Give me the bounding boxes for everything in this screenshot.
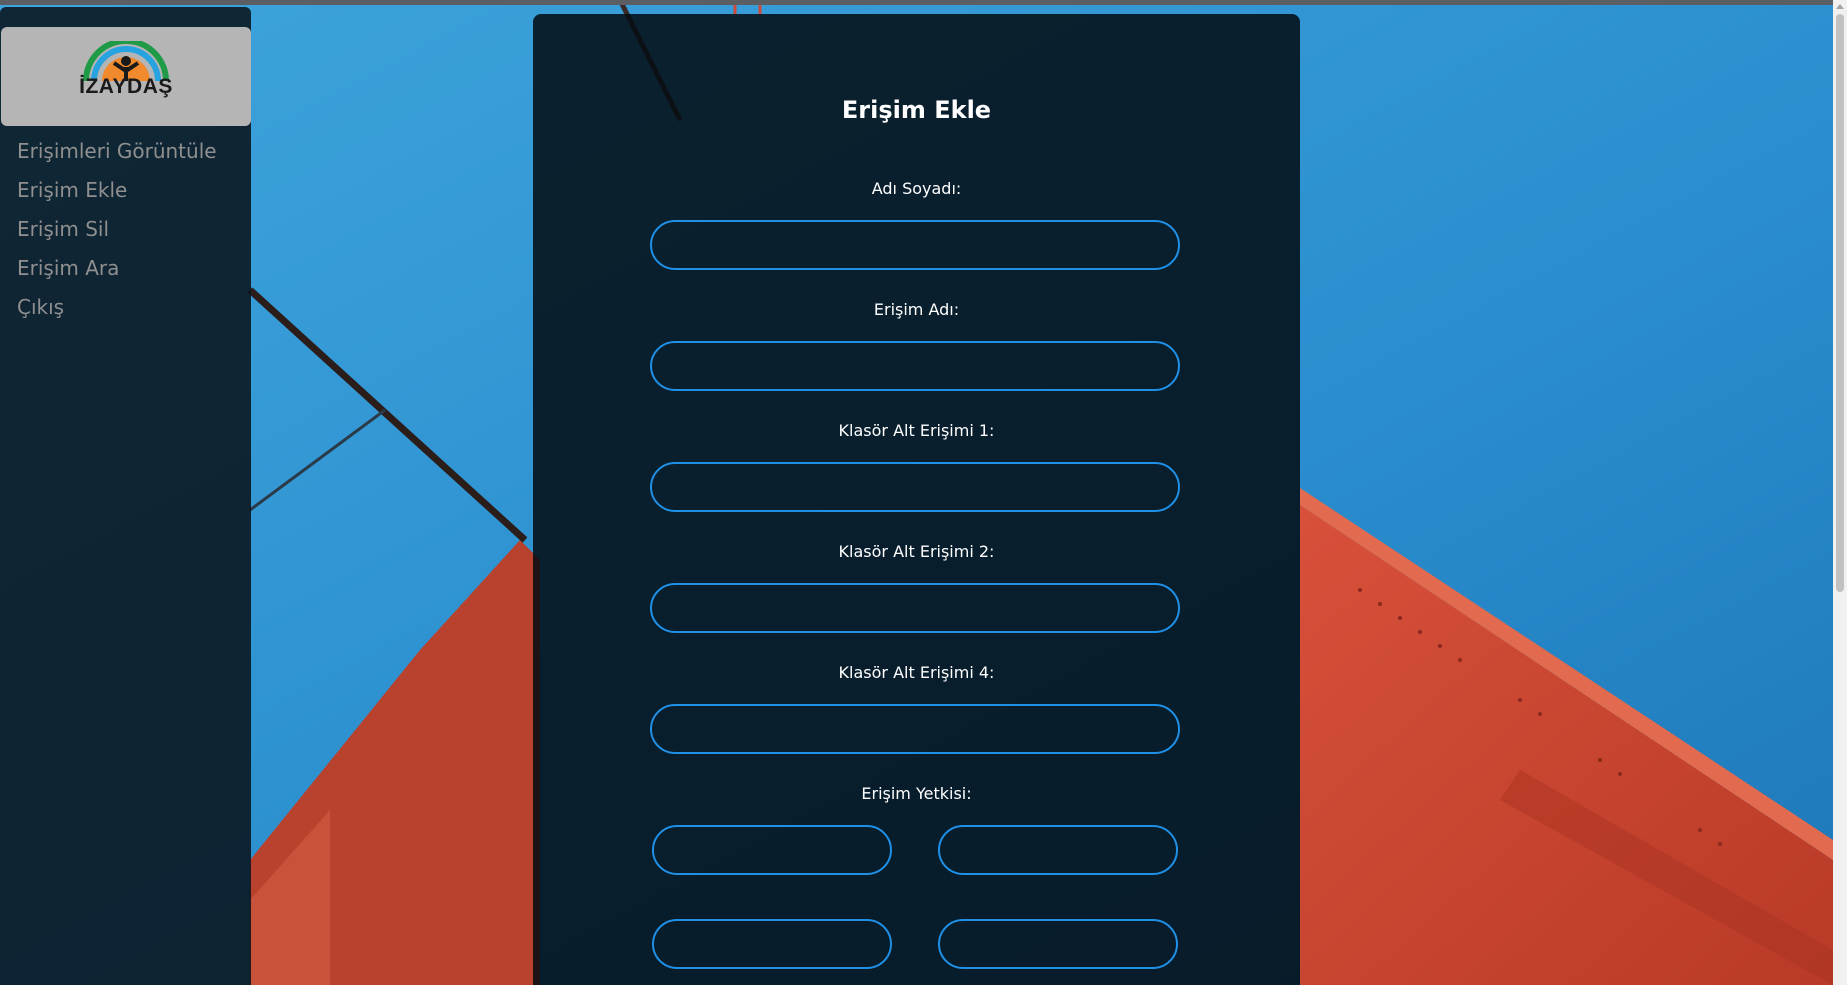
permission-input-1[interactable] (652, 825, 892, 875)
sidebar: İZAYDAŞ Erişimleri Görüntüle Erişim Ekle… (0, 7, 251, 985)
folder-sub-access-2-input[interactable] (650, 583, 1180, 633)
scroll-up-arrow-icon[interactable] (1836, 4, 1844, 9)
sidebar-item-delete-access[interactable]: Erişim Sil (17, 210, 217, 249)
access-name-input[interactable] (650, 341, 1180, 391)
scrollbar-thumb[interactable] (1836, 14, 1844, 592)
permission-input-2[interactable] (938, 825, 1178, 875)
sidebar-item-view-access[interactable]: Erişimleri Görüntüle (17, 132, 217, 171)
permission-input-4[interactable] (938, 919, 1178, 969)
access-name-label: Erişim Adı: (873, 300, 960, 319)
logo-text: İZAYDAŞ (79, 75, 173, 98)
add-access-form: Erişim Ekle Adı Soyadı: Erişim Adı: Klas… (533, 14, 1300, 985)
folder-sub-access-4-input[interactable] (650, 704, 1180, 754)
full-name-label: Adı Soyadı: (871, 179, 962, 198)
logo: İZAYDAŞ (1, 27, 251, 126)
sidebar-nav: Erişimleri Görüntüle Erişim Ekle Erişim … (17, 132, 217, 327)
window-top-bar (0, 0, 1847, 5)
full-name-input[interactable] (650, 220, 1180, 270)
page-scrollbar[interactable] (1833, 0, 1847, 985)
sidebar-item-add-access[interactable]: Erişim Ekle (17, 171, 217, 210)
sidebar-item-search-access[interactable]: Erişim Ara (17, 249, 217, 288)
folder-sub-access-1-label: Klasör Alt Erişimi 1: (838, 421, 995, 440)
folder-sub-access-2-label: Klasör Alt Erişimi 2: (838, 542, 995, 561)
form-title: Erişim Ekle (841, 96, 992, 124)
permission-input-3[interactable] (652, 919, 892, 969)
page: İZAYDAŞ Erişimleri Görüntüle Erişim Ekle… (0, 0, 1847, 985)
sidebar-item-logout[interactable]: Çıkış (17, 288, 217, 327)
access-permission-label: Erişim Yetkisi: (861, 784, 972, 803)
folder-sub-access-1-input[interactable] (650, 462, 1180, 512)
folder-sub-access-4-label: Klasör Alt Erişimi 4: (838, 663, 995, 682)
